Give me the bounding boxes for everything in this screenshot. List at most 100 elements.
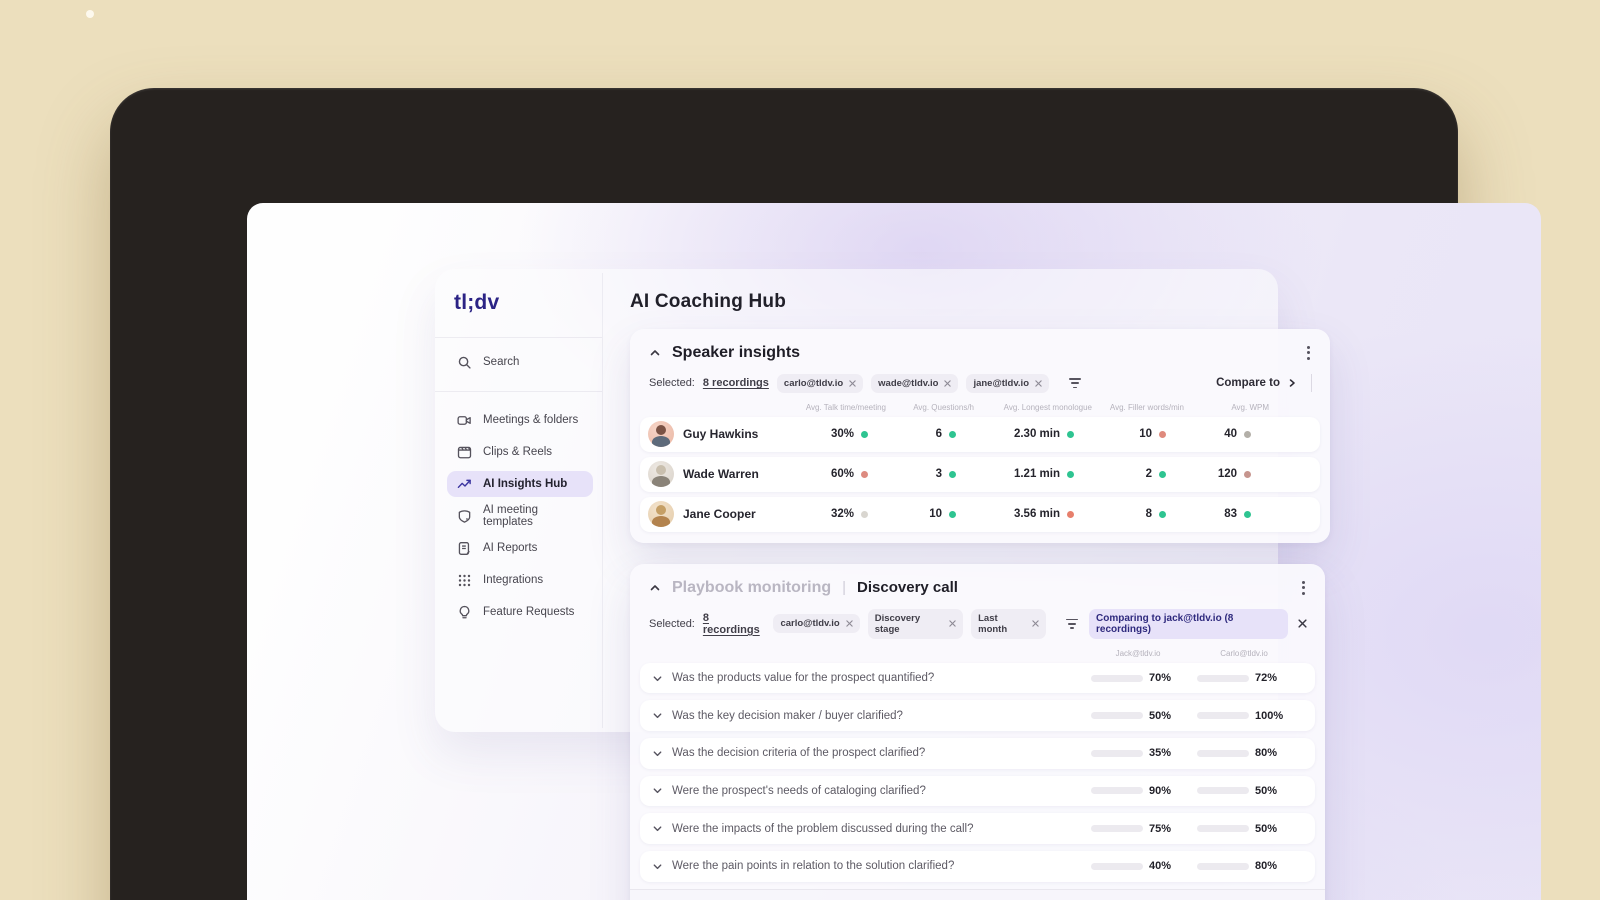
chevron-down-icon[interactable]: [652, 673, 663, 684]
question-row[interactable]: Was the key decision maker / buyer clari…: [640, 700, 1315, 732]
close-icon[interactable]: [846, 620, 853, 627]
trend-line-icon: [457, 477, 472, 492]
table-row[interactable]: Jane Cooper 32% 10 3.56 min 8 83: [640, 496, 1320, 532]
status-dot: [1159, 430, 1166, 438]
question-text: Were the impacts of the problem discusse…: [672, 822, 974, 835]
question-row[interactable]: Were the pain points in relation to the …: [640, 850, 1315, 882]
close-icon[interactable]: [849, 380, 856, 387]
sidebar-item-feature-requests[interactable]: Feature Requests: [447, 599, 593, 625]
sidebar-item-ai-meeting-templates[interactable]: AI meeting templates: [447, 503, 599, 529]
progress-bar: [1091, 825, 1143, 833]
close-icon[interactable]: [1035, 380, 1042, 387]
speaker-filter-row: Selected: 8 recordings carlo@tldv.io wad…: [630, 371, 1330, 403]
search-icon: [457, 355, 472, 370]
percent-value: 50%: [1255, 784, 1278, 797]
filter-chip-label: Discovery stage: [874, 612, 921, 635]
film-reel-icon: [457, 445, 472, 460]
percent-value: 80%: [1255, 860, 1278, 873]
metric-value: 60%: [830, 468, 854, 481]
status-dot: [1067, 430, 1074, 438]
sidebar-item-label: Clips & Reels: [483, 446, 553, 458]
speaker-insights-title: Speaker insights: [672, 343, 801, 361]
close-icon[interactable]: [949, 620, 956, 627]
question-row[interactable]: Was the decision criteria of the prospec…: [640, 738, 1315, 769]
sidebar-item-ai-reports[interactable]: AI Reports: [447, 535, 593, 561]
selected-label: Selected:: [649, 617, 695, 630]
metric-value: 8: [1145, 508, 1152, 521]
chevron-right-icon: [1287, 378, 1297, 388]
question-text: Was the products value for the prospect …: [672, 672, 935, 685]
table-row[interactable]: Guy Hawkins 30% 6 2.30 min 10 40: [640, 416, 1320, 452]
desktop-scene: tl;dv Search Meetings & folders Clips & …: [0, 0, 1600, 900]
speaker-insights-card: Speaker insights Selected: 8 recordings …: [630, 329, 1330, 543]
filter-chip-label: carlo@tldv.io: [780, 618, 840, 630]
percent-value: 70%: [1149, 672, 1172, 685]
comparing-chip: Comparing to jack@tldv.io (8 recordings): [1089, 608, 1288, 639]
column-header: Avg. Talk time/meeting: [805, 402, 886, 412]
column-header: Carlo@tldv.io: [1220, 648, 1268, 658]
playbook-filter-row: Selected: 8 recordings carlo@tldv.io Dis…: [630, 606, 1325, 649]
column-header: Avg. WPM: [1231, 402, 1269, 412]
laptop-frame: tl;dv Search Meetings & folders Clips & …: [110, 88, 1541, 900]
page-title: AI Coaching Hub: [630, 291, 787, 312]
status-dot: [1159, 470, 1166, 478]
percent-value: 80%: [1255, 747, 1278, 760]
sidebar-item-label: AI Reports: [483, 542, 538, 554]
metric-value: 2: [1145, 468, 1152, 481]
compare-to-button[interactable]: Compare to: [1216, 377, 1297, 389]
status-dot: [861, 430, 868, 438]
column-header: Avg. Longest monologue: [1003, 402, 1092, 412]
sidebar-rule-top: [435, 337, 602, 338]
collapse-chevron-up-icon[interactable]: [649, 582, 661, 594]
question-text: Was the decision criteria of the prospec…: [672, 747, 926, 760]
search-button[interactable]: Search: [447, 349, 591, 375]
metric-value: 1.21 min: [1013, 468, 1060, 481]
close-icon[interactable]: [1032, 620, 1039, 627]
sidebar-item-meetings[interactable]: Meetings & folders: [447, 407, 593, 433]
playbook-monitoring-title: Playbook monitoring: [672, 578, 832, 596]
title-divider: |: [842, 579, 847, 597]
laptop-screen: tl;dv Search Meetings & folders Clips & …: [247, 203, 1541, 900]
chevron-down-icon[interactable]: [652, 785, 663, 796]
playbook-monitoring-card: Playbook monitoring | Discovery call Sel…: [630, 564, 1325, 900]
close-icon[interactable]: [944, 380, 952, 387]
close-icon[interactable]: [1298, 619, 1307, 628]
status-dot: [949, 510, 956, 518]
kebab-menu-icon[interactable]: [1303, 342, 1314, 364]
sidebar-item-clips[interactable]: Clips & Reels: [447, 439, 593, 465]
chevron-down-icon[interactable]: [652, 748, 663, 759]
table-row[interactable]: Wade Warren 60% 3 1.21 min 2 120: [640, 456, 1320, 492]
sidebar-item-label: Feature Requests: [483, 606, 575, 618]
metric-value: 10: [1139, 428, 1152, 441]
sidebar-item-integrations[interactable]: Integrations: [447, 567, 593, 593]
chevron-down-icon[interactable]: [652, 710, 663, 721]
question-row[interactable]: Was the products value for the prospect …: [640, 662, 1315, 694]
template-badge-icon: [457, 509, 472, 524]
collapse-chevron-up-icon[interactable]: [649, 347, 661, 359]
progress-bar: [1091, 862, 1143, 870]
selected-recordings-link[interactable]: 8 recordings: [703, 377, 769, 389]
kebab-menu-icon[interactable]: [1298, 577, 1309, 599]
filter-icon[interactable]: [1063, 616, 1081, 632]
percent-value: 90%: [1149, 784, 1172, 797]
status-dot: [861, 470, 868, 478]
sidebar-item-ai-insights-hub[interactable]: AI Insights Hub: [447, 471, 593, 497]
question-row[interactable]: Were the prospect's needs of cataloging …: [640, 775, 1315, 807]
percent-value: 72%: [1255, 672, 1278, 685]
percent-value: 75%: [1149, 822, 1172, 835]
status-dot: [1244, 430, 1251, 438]
status-dot: [949, 470, 956, 478]
chevron-down-icon[interactable]: [652, 823, 663, 834]
grid-dots-icon: [457, 573, 472, 588]
status-dot: [861, 510, 868, 518]
question-row[interactable]: Were the impacts of the problem discusse…: [640, 813, 1315, 844]
column-header: Avg. Questions/h: [913, 402, 974, 412]
chevron-down-icon[interactable]: [652, 861, 663, 872]
selected-recordings-link[interactable]: 8 recordings: [703, 612, 766, 636]
filter-chip-label: wade@tldv.io: [878, 377, 939, 389]
avatar: [648, 501, 674, 528]
filter-icon[interactable]: [1066, 375, 1084, 391]
filter-chip: Last month: [971, 608, 1046, 639]
percent-value: 35%: [1149, 747, 1172, 760]
add-question-button[interactable]: Add question: [630, 888, 1325, 900]
